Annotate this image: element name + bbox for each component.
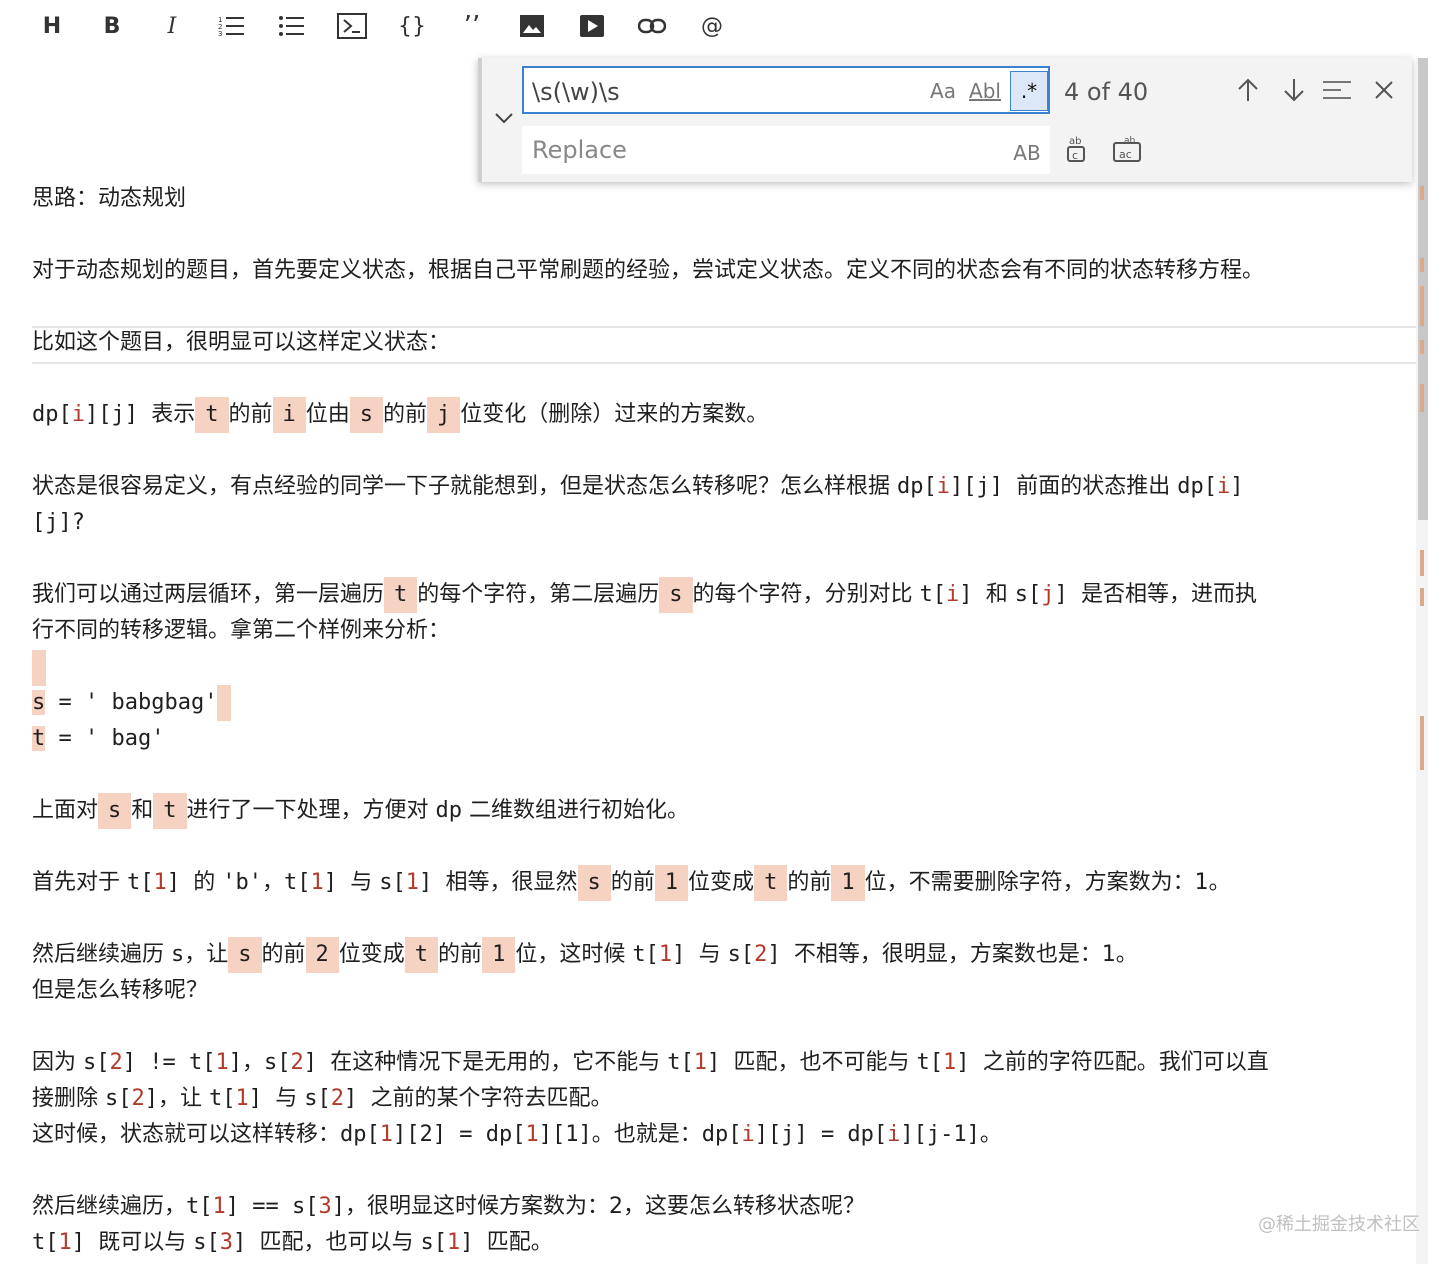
match-marker bbox=[1420, 286, 1424, 326]
video-button[interactable] bbox=[562, 6, 622, 46]
text-line: 我们可以通过两层循环，第一层遍历 t 的每个字符，第二层遍历 s 的每个字符，分别对比 … bbox=[32, 577, 1257, 613]
heading-button[interactable]: H bbox=[22, 6, 82, 46]
search-match: t bbox=[404, 937, 439, 973]
search-match: s bbox=[349, 397, 384, 433]
replace-placeholder: Replace bbox=[532, 136, 627, 164]
link-icon bbox=[638, 18, 666, 34]
text-line: 但是怎么转移呢？ bbox=[32, 978, 209, 1003]
search-match: t bbox=[153, 793, 187, 829]
ordered-list-icon: 123 bbox=[218, 16, 244, 38]
match-count: 4 of 40 bbox=[1064, 78, 1149, 106]
svg-text:3: 3 bbox=[218, 30, 222, 38]
quote-button[interactable]: ’’ bbox=[442, 6, 502, 46]
match-marker bbox=[1420, 186, 1424, 200]
text-line: t[1] 既可以与 s[3] 匹配，也可以与 s[1] 匹配。 bbox=[32, 1230, 553, 1255]
search-match: s bbox=[659, 577, 693, 613]
close-find-button[interactable] bbox=[1366, 72, 1402, 108]
code-line: s = ' babgbag' bbox=[32, 685, 232, 721]
bold-button[interactable]: B bbox=[82, 6, 142, 46]
search-match: t bbox=[384, 577, 418, 613]
text-line: 对于动态规划的题目，首先要定义状态，根据自己平常刷题的经验，尝试定义状态。定义不… bbox=[32, 258, 1265, 283]
terminal-icon bbox=[337, 13, 367, 39]
text-line: [j]? bbox=[32, 510, 85, 535]
text-line: 因为 s[2] != t[1]，s[2] 在这种情况下是无用的，它不能与 t[1… bbox=[32, 1050, 1269, 1075]
search-match: 1 bbox=[482, 937, 516, 973]
text-line: 这时候，状态就可以这样转移：dp[1][2] = dp[1][1]。也就是：dp… bbox=[32, 1122, 1002, 1147]
image-icon bbox=[520, 15, 544, 37]
text-line: 比如这个题目，很明显可以这样定义状态： bbox=[32, 330, 451, 355]
text-line: 行不同的转移逻辑。拿第二个样例来分析： bbox=[32, 618, 451, 643]
text-line: 然后继续遍历，t[1] == s[3]，很明显这时候方案数为：2，这要怎么转移状… bbox=[32, 1194, 865, 1219]
search-match: 1 bbox=[654, 865, 689, 901]
match-case-toggle[interactable]: Aa bbox=[926, 76, 960, 106]
svg-text:c: c bbox=[1072, 149, 1078, 162]
match-marker bbox=[1420, 340, 1424, 354]
replace-icon: ab c bbox=[1067, 136, 1085, 162]
editor-toolbar: H B I 123 {} ’’ @ bbox=[22, 6, 742, 46]
arrow-down-icon bbox=[1284, 79, 1304, 102]
previous-match-button[interactable] bbox=[1230, 72, 1266, 108]
search-match: j bbox=[427, 397, 461, 433]
search-match: 2 bbox=[305, 937, 339, 973]
toggle-replace-button[interactable] bbox=[492, 106, 516, 130]
text-line: 接删除 s[2]，让 t[1] 与 s[2] 之前的某个字符去匹配。 bbox=[32, 1086, 613, 1111]
inline-code-button[interactable]: {} bbox=[382, 6, 442, 46]
selection-lines-icon bbox=[1323, 81, 1351, 99]
unordered-list-button[interactable] bbox=[262, 6, 322, 46]
svg-text:ab: ab bbox=[1069, 136, 1081, 147]
watermark: @稀土掘金技术社区 bbox=[1258, 1214, 1420, 1235]
replace-button[interactable]: ab c bbox=[1060, 130, 1096, 166]
text-line: 上面对 s 和 t 进行了一下处理，方便对 dp 二维数组进行初始化。 bbox=[32, 793, 689, 829]
image-button[interactable] bbox=[502, 6, 562, 46]
text-line: dp[i][j] 表示 t 的前 i 位由 s 的前 j 位变化（删除）过来的方案数。 bbox=[32, 397, 768, 433]
arrow-up-icon bbox=[1238, 78, 1258, 101]
search-match: t bbox=[32, 726, 46, 751]
match-marker bbox=[1420, 258, 1424, 272]
find-replace-widget: \s(\w)\s Aa Abl .* 4 of 40 Replace AB ab… bbox=[478, 58, 1412, 182]
match-marker bbox=[1420, 716, 1424, 770]
text-line: 然后继续遍历 s，让 s 的前 2 位变成 t 的前 1 位，这时候 t[1] 与 s[2] 不… bbox=[32, 937, 1138, 973]
replace-all-icon: ab ac bbox=[1113, 136, 1141, 162]
code-block-button[interactable] bbox=[322, 6, 382, 46]
match-marker bbox=[1420, 550, 1424, 576]
search-match: s bbox=[577, 865, 611, 901]
search-match bbox=[32, 650, 46, 686]
text-line: 首先对于 t[1] 的 'b'，t[1] 与 s[1] 相等，很显然 s 的前 1 位变… bbox=[32, 865, 1231, 901]
text-line: 状态是很容易定义，有点经验的同学一下子就能想到，但是状态怎么转移呢？怎么样根据 … bbox=[32, 474, 1244, 499]
italic-button[interactable]: I bbox=[142, 6, 202, 46]
search-match: t bbox=[195, 397, 229, 433]
replace-input[interactable]: Replace AB bbox=[522, 126, 1050, 174]
svg-text:ac: ac bbox=[1119, 148, 1132, 161]
code-line: t = ' bag' bbox=[32, 726, 165, 751]
video-icon bbox=[580, 15, 604, 37]
find-in-selection-button[interactable] bbox=[1320, 72, 1356, 108]
whole-word-toggle[interactable]: Abl bbox=[968, 76, 1002, 106]
match-marker bbox=[1420, 384, 1424, 412]
close-icon bbox=[1375, 81, 1393, 99]
find-input[interactable]: \s(\w)\s Aa Abl .* bbox=[522, 66, 1050, 114]
match-marker bbox=[1420, 588, 1424, 606]
link-button[interactable] bbox=[622, 6, 682, 46]
search-match: s bbox=[98, 793, 132, 829]
replace-all-button[interactable]: ab ac bbox=[1108, 130, 1148, 166]
search-match: s bbox=[228, 937, 262, 973]
chevron-down-icon bbox=[495, 113, 513, 124]
find-query: \s(\w)\s bbox=[532, 78, 620, 106]
unordered-list-icon bbox=[279, 16, 304, 36]
search-match: 1 bbox=[831, 865, 865, 901]
regex-toggle[interactable]: .* bbox=[1010, 71, 1048, 111]
search-match: t bbox=[754, 865, 788, 901]
mention-button[interactable]: @ bbox=[682, 6, 742, 46]
text-line: 思路：动态规划 bbox=[32, 186, 187, 211]
next-match-button[interactable] bbox=[1276, 72, 1312, 108]
ordered-list-button[interactable]: 123 bbox=[202, 6, 262, 46]
preserve-case-toggle[interactable]: AB bbox=[1010, 138, 1044, 168]
svg-text:ab: ab bbox=[1124, 136, 1136, 146]
search-match: i bbox=[272, 397, 306, 433]
search-match: s bbox=[32, 690, 46, 715]
